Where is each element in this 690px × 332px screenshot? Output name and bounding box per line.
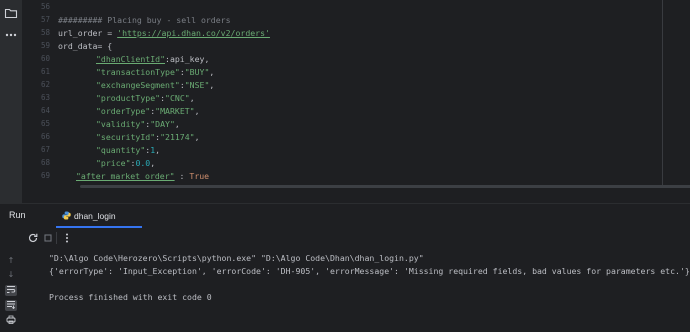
stop-icon[interactable] [42, 232, 54, 244]
dict-key: "securityId" [96, 132, 156, 142]
code-token: , [189, 93, 195, 103]
code-token: :api_key, [165, 54, 210, 64]
dict-value: "MARKET" [155, 106, 195, 116]
code-token: , [155, 145, 161, 155]
line-number: 59 [40, 41, 50, 50]
run-panel: Run dhan_login ↑ ↓ "D:\Algo Code\Herozer… [0, 203, 690, 332]
code-token: , [194, 132, 200, 142]
code-token: , [174, 119, 180, 129]
line-number: 66 [40, 132, 50, 141]
line-number: 58 [40, 28, 50, 37]
tab-dhan-login[interactable]: dhan_login [56, 206, 142, 228]
python-icon [62, 211, 71, 220]
line-number: 56 [40, 2, 50, 11]
dict-key: "after_market_order" [76, 171, 175, 181]
line-number: 65 [40, 119, 50, 128]
dict-value: "BUY" [184, 67, 210, 77]
line-number: 57 [40, 15, 50, 24]
dict-value: True [189, 171, 210, 181]
code-line: "price":0.0, [96, 157, 155, 169]
dict-value: 0.0 [135, 158, 151, 168]
code-line: "exchangeSegment":"NSE", [96, 79, 214, 91]
scroll-down-icon[interactable]: ↓ [5, 269, 17, 280]
dict-key: "productType" [96, 93, 161, 103]
code-line-url: url_order = 'https://api.dhan.co/v2/orde… [58, 27, 270, 39]
code-string: 'https://api.dhan.co/v2/orders' [117, 28, 270, 38]
dict-key: "validity" [96, 119, 146, 129]
run-panel-tabbar: Run dhan_login [0, 204, 690, 228]
dict-key: "quantity" [96, 145, 146, 155]
code-editor[interactable]: 56 57 58 59 60 61 62 63 64 65 66 67 68 6… [22, 0, 690, 188]
code-line: "after_market_order" : True [76, 170, 209, 182]
line-number: 69 [40, 171, 50, 180]
dict-value: "DAY" [150, 119, 175, 129]
console-line-exit: Process finished with exit code 0 [49, 292, 212, 302]
dict-value: "CNC" [165, 93, 190, 103]
dict-value: "NSE" [184, 80, 210, 90]
dict-key: "dhanClientId" [96, 54, 166, 64]
line-number: 68 [40, 158, 50, 167]
code-token: , [194, 106, 200, 116]
line-number: 67 [40, 145, 50, 154]
line-number: 62 [40, 80, 50, 89]
console-line-command: "D:\Algo Code\Herozero\Scripts\python.ex… [49, 253, 424, 263]
code-line-comment: ######### Placing buy - sell orders [58, 15, 231, 25]
scroll-up-icon[interactable]: ↑ [5, 255, 17, 266]
code-line: "orderType":"MARKET", [96, 105, 200, 117]
code-token: url_order = [58, 28, 118, 38]
code-line: "transactionType":"BUY", [96, 66, 214, 78]
run-panel-title: Run [9, 210, 26, 220]
code-token: , [150, 158, 156, 168]
dict-key: "exchangeSegment" [96, 80, 180, 90]
editor-footer-gap [22, 188, 690, 203]
code-token: : [174, 171, 190, 181]
code-line: "validity":"DAY", [96, 118, 180, 130]
code-token: , [209, 67, 215, 77]
code-token: , [209, 80, 215, 90]
folder-icon[interactable] [4, 6, 18, 20]
console-line-response: {'errorType': 'Input_Exception', 'errorC… [49, 266, 690, 276]
line-number: 64 [40, 106, 50, 115]
line-number-gutter: 56 57 58 59 60 61 62 63 64 65 66 67 68 6… [22, 0, 50, 188]
more-options-icon[interactable] [61, 232, 73, 244]
line-number: 63 [40, 93, 50, 102]
right-margin-guide [662, 0, 663, 188]
more-icon[interactable] [4, 28, 18, 42]
line-number: 61 [40, 67, 50, 76]
code-line: "quantity":1, [96, 144, 160, 156]
line-number: 60 [40, 54, 50, 63]
code-line: "securityId":"21174", [96, 131, 200, 143]
tab-label: dhan_login [74, 211, 116, 221]
run-side-tools: ↑ ↓ [0, 249, 22, 332]
scroll-to-end-icon[interactable] [5, 300, 17, 311]
run-toolbar [0, 229, 690, 247]
code-line-dict-open: ord_data= { [58, 41, 113, 51]
soft-wrap-icon[interactable] [5, 285, 17, 296]
dict-value: "21174" [160, 132, 195, 142]
print-icon[interactable] [5, 315, 17, 326]
dict-key: "price" [96, 158, 131, 168]
dict-key: "transactionType" [96, 67, 180, 77]
code-line: "productType":"CNC", [96, 92, 195, 104]
rerun-icon[interactable] [27, 232, 39, 244]
code-line: "dhanClientId":api_key, [96, 53, 209, 65]
toolbar-separator [56, 232, 57, 244]
dict-key: "orderType" [96, 106, 151, 116]
